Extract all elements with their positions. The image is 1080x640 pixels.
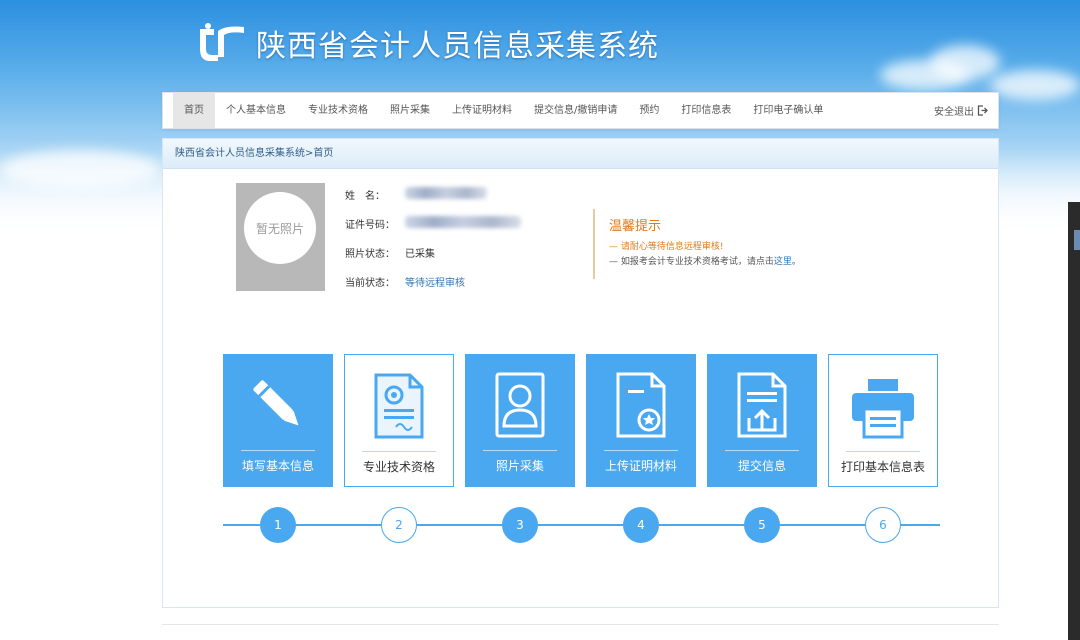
card-separator (241, 450, 315, 451)
card-upload-proof[interactable]: 上传证明材料 (586, 354, 696, 487)
tip-line-2-suffix: 。 (791, 257, 801, 267)
progress-line (223, 524, 940, 526)
exam-link[interactable]: 这里 (774, 257, 792, 267)
card-fill-basic-info[interactable]: 填写基本信息 (223, 354, 333, 487)
upload-document-icon (737, 372, 787, 438)
step-cards: 填写基本信息 专业技术资格 照片采集 上传证明材料 提交信息 打印基本信息表 (223, 354, 940, 487)
card-separator (483, 450, 557, 451)
nav-item-print-confirmation[interactable]: 打印电子确认单 (742, 92, 834, 129)
nav-item-photo[interactable]: 照片采集 (379, 92, 441, 129)
photo-status-label: 照片状态： (345, 249, 395, 260)
card-separator (604, 450, 678, 451)
tips-box: 温馨提示 — 请耐心等待信息远程审核! — 如报考会计专业技术资格考试，请点击这… (593, 209, 801, 279)
site-header: 陕西省会计人员信息采集系统 (196, 18, 659, 68)
nav-item-print-info[interactable]: 打印信息表 (670, 92, 742, 129)
logout-label: 安全退出 (934, 107, 974, 118)
card-label: 上传证明材料 (604, 459, 677, 473)
id-label: 证件号码： (345, 220, 395, 231)
footer-divider (162, 624, 999, 625)
printer-icon (852, 379, 914, 439)
name-label: 姓 名： (345, 191, 385, 202)
card-label: 照片采集 (495, 459, 544, 473)
pencil-icon (253, 380, 299, 426)
card-print-info[interactable]: 打印基本信息表 (828, 354, 938, 487)
avatar-photo: 暂无照片 (236, 183, 325, 291)
nav-item-appointment[interactable]: 预约 (628, 92, 670, 129)
tip-line-2: — 如报考会计专业技术资格考试，请点击这里。 (609, 255, 801, 270)
id-value-redacted (405, 216, 521, 228)
step-3[interactable]: 3 (502, 507, 538, 543)
main-panel: 陕西省会计人员信息采集系统>首页 暂无照片 姓 名： 证件号码： 照片状态： 已… (162, 138, 999, 608)
nav-item-qualification[interactable]: 专业技术资格 (297, 92, 379, 129)
document-stamp-icon (616, 372, 666, 438)
card-separator (846, 451, 920, 452)
nav-item-home[interactable]: 首页 (173, 93, 215, 128)
cloud-decoration (990, 70, 1080, 100)
step-2[interactable]: 2 (381, 507, 417, 543)
current-status-label: 当前状态： (345, 278, 395, 289)
tip-line-1: — 请耐心等待信息远程审核! (609, 242, 724, 252)
system-title: 陕西省会计人员信息采集系统 (256, 29, 659, 64)
nav-item-personal-info[interactable]: 个人基本信息 (215, 92, 297, 129)
cloud-decoration (930, 45, 1000, 80)
current-status-row: 当前状态： 等待远程审核 (345, 274, 465, 289)
step-4[interactable]: 4 (623, 507, 659, 543)
main-navbar: 首页 个人基本信息 专业技术资格 照片采集 上传证明材料 提交信息/撤销申请 预… (162, 92, 999, 129)
photo-placeholder-text: 暂无照片 (255, 221, 304, 236)
breadcrumb: 陕西省会计人员信息采集系统>首页 (163, 139, 998, 169)
logout-icon (977, 105, 988, 116)
card-label: 填写基本信息 (241, 459, 314, 473)
current-status-value: 等待远程审核 (405, 278, 465, 289)
logo-icon (200, 23, 244, 61)
portrait-icon (495, 372, 545, 438)
nav-item-upload-proof[interactable]: 上传证明材料 (441, 92, 523, 129)
tips-title: 温馨提示 (609, 219, 662, 234)
card-label: 打印基本信息表 (840, 460, 925, 474)
nav-item-submit-revoke[interactable]: 提交信息/撤销申请 (523, 92, 628, 129)
name-value-redacted (405, 187, 487, 199)
card-separator (362, 451, 436, 452)
card-photo-capture[interactable]: 照片采集 (465, 354, 575, 487)
avatar-placeholder: 暂无照片 (244, 192, 316, 264)
step-6[interactable]: 6 (865, 507, 901, 543)
card-separator (725, 450, 799, 451)
card-label: 专业技术资格 (362, 460, 435, 474)
adjacent-window-edge (1068, 202, 1080, 640)
certificate-icon (374, 373, 424, 439)
tip-line-2-text: — 如报考会计专业技术资格考试，请点击 (609, 257, 774, 267)
step-1[interactable]: 1 (260, 507, 296, 543)
card-qualification[interactable]: 专业技术资格 (344, 354, 454, 487)
photo-status-row: 照片状态： 已采集 (345, 245, 435, 260)
id-row: 证件号码： (345, 216, 521, 231)
name-row: 姓 名： (345, 187, 487, 202)
card-label: 提交信息 (737, 459, 786, 473)
card-submit-info[interactable]: 提交信息 (707, 354, 817, 487)
step-5[interactable]: 5 (744, 507, 780, 543)
adjacent-window-marker (1074, 230, 1080, 250)
photo-status-value: 已采集 (405, 249, 435, 260)
logout-button[interactable]: 安全退出 (934, 103, 998, 118)
